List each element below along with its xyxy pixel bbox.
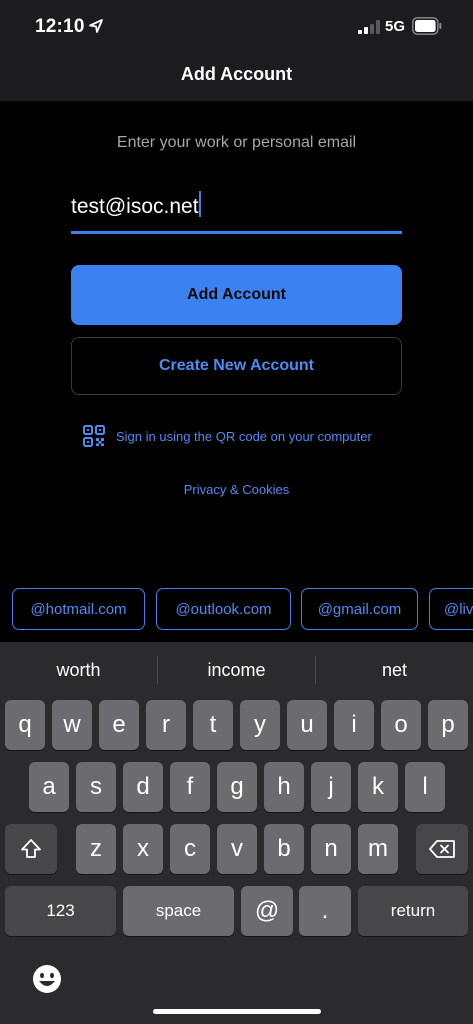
signal-icon xyxy=(358,20,380,34)
space-key[interactable]: space xyxy=(123,886,234,936)
key-d[interactable]: d xyxy=(123,762,163,812)
domain-chip-live[interactable]: @live xyxy=(429,588,473,630)
qr-code-icon xyxy=(83,425,105,447)
keyboard: worth income net q w e r t y u i o p a s… xyxy=(0,642,473,1024)
key-m[interactable]: m xyxy=(358,824,398,874)
dot-key[interactable]: . xyxy=(299,886,351,936)
text-caret xyxy=(199,191,201,217)
network-label: 5G xyxy=(385,18,406,35)
key-l[interactable]: l xyxy=(405,762,445,812)
email-field[interactable] xyxy=(71,186,402,228)
key-a[interactable]: a xyxy=(29,762,69,812)
backspace-icon xyxy=(429,840,455,858)
key-u[interactable]: u xyxy=(287,700,327,750)
email-field-container xyxy=(71,186,402,234)
key-j[interactable]: j xyxy=(311,762,351,812)
emoji-icon[interactable] xyxy=(31,963,63,995)
suggestion-1[interactable]: worth xyxy=(0,642,157,698)
key-g[interactable]: g xyxy=(217,762,257,812)
header: 12:10 5G Add Account xyxy=(0,0,473,101)
domain-chip-gmail[interactable]: @gmail.com xyxy=(301,588,418,630)
key-c[interactable]: c xyxy=(170,824,210,874)
page-title: Add Account xyxy=(180,64,293,84)
key-p[interactable]: p xyxy=(428,700,468,750)
qr-sign-in-link[interactable]: Sign in using the QR code on your comput… xyxy=(83,424,372,448)
key-f[interactable]: f xyxy=(170,762,210,812)
add-account-button[interactable]: Add Account xyxy=(71,265,402,325)
delete-key[interactable] xyxy=(416,824,468,874)
create-new-account-button[interactable]: Create New Account xyxy=(71,337,402,395)
qr-sign-in-label: Sign in using the QR code on your comput… xyxy=(116,428,372,444)
key-i[interactable]: i xyxy=(334,700,374,750)
key-z[interactable]: z xyxy=(76,824,116,874)
key-w[interactable]: w xyxy=(52,700,92,750)
key-x[interactable]: x xyxy=(123,824,163,874)
status-time: 12:10 xyxy=(35,16,85,37)
suggestion-2[interactable]: income xyxy=(158,642,315,698)
shift-arrow-icon xyxy=(21,839,41,858)
key-v[interactable]: v xyxy=(217,824,257,874)
key-y[interactable]: y xyxy=(240,700,280,750)
key-n[interactable]: n xyxy=(311,824,351,874)
at-key[interactable]: @ xyxy=(241,886,293,936)
battery-icon xyxy=(412,17,442,35)
privacy-cookies-link[interactable]: Privacy & Cookies xyxy=(0,482,473,497)
key-r[interactable]: r xyxy=(146,700,186,750)
key-t[interactable]: t xyxy=(193,700,233,750)
key-h[interactable]: h xyxy=(264,762,304,812)
key-k[interactable]: k xyxy=(358,762,398,812)
location-arrow-icon xyxy=(89,19,103,33)
home-indicator[interactable] xyxy=(153,1009,321,1014)
numbers-key[interactable]: 123 xyxy=(5,886,116,936)
return-key[interactable]: return xyxy=(358,886,468,936)
key-b[interactable]: b xyxy=(264,824,304,874)
email-prompt: Enter your work or personal email xyxy=(116,134,357,151)
add-account-screen: 12:10 5G Add Account Enter your work or … xyxy=(0,0,473,1024)
shift-key[interactable] xyxy=(5,824,57,874)
domain-chip-hotmail[interactable]: @hotmail.com xyxy=(12,588,145,630)
key-q[interactable]: q xyxy=(5,700,45,750)
key-o[interactable]: o xyxy=(381,700,421,750)
suggestion-3[interactable]: net xyxy=(316,642,473,698)
domain-chip-outlook[interactable]: @outlook.com xyxy=(156,588,291,630)
key-s[interactable]: s xyxy=(76,762,116,812)
domain-suggestions: @hotmail.com @outlook.com @gmail.com @li… xyxy=(0,588,473,632)
key-e[interactable]: e xyxy=(99,700,139,750)
